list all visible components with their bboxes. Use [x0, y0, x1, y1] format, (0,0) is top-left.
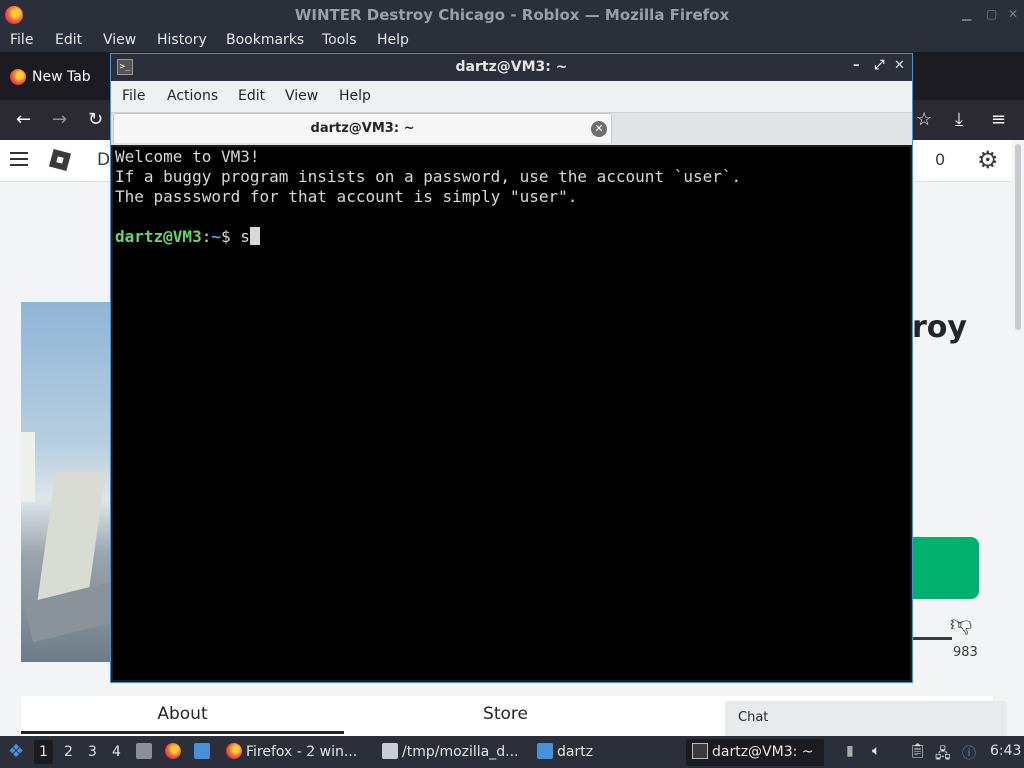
browser-tab-label: New Tab — [32, 69, 91, 85]
close-icon[interactable]: ✕ — [894, 58, 905, 73]
menu-bookmarks[interactable]: Bookmarks — [226, 32, 304, 48]
task-dartz-label: dartz — [557, 744, 594, 760]
close-icon[interactable]: ✕ — [1008, 7, 1018, 21]
prompt-symbol: $ — [220, 227, 241, 246]
task-terminal[interactable]: dartz@VM3: ~ — [686, 739, 824, 766]
network-icon[interactable]: 🖧 — [935, 743, 951, 767]
terminal-titlebar[interactable]: >_ dartz@VM3: ~ – ⤢ ✕ — [111, 54, 912, 81]
robux-count[interactable]: 0 — [935, 150, 945, 169]
desktop-launcher-icon[interactable] — [194, 743, 214, 760]
scrollbar-thumb[interactable] — [1015, 144, 1021, 330]
roblox-nav-item[interactable]: D — [97, 150, 110, 170]
vote-bar — [912, 637, 952, 640]
dislike-count: 983 — [953, 645, 978, 660]
workspace-3[interactable]: 3 — [88, 744, 97, 760]
task-dartz-folder[interactable]: dartz — [537, 743, 593, 760]
folder-icon — [382, 743, 398, 759]
terminal-menu-help[interactable]: Help — [339, 88, 371, 104]
hamburger-menu-icon[interactable] — [10, 152, 28, 166]
menu-edit[interactable]: Edit — [55, 32, 82, 48]
task-firefox-label: Firefox - 2 win... — [246, 744, 358, 760]
file-manager-launcher-icon[interactable] — [136, 743, 156, 760]
start-menu-icon[interactable]: ❖ — [8, 741, 24, 762]
close-tab-icon[interactable]: ✕ — [591, 121, 607, 137]
clock[interactable]: 6:43 — [990, 743, 1021, 759]
workspace-2[interactable]: 2 — [64, 744, 73, 760]
terminal-menu-view[interactable]: View — [285, 88, 318, 104]
settings-gear-icon[interactable]: ⚙ — [977, 148, 999, 172]
game-title: roy — [912, 310, 967, 345]
text-cursor — [249, 227, 260, 245]
firefox-window-title: WINTER Destroy Chicago - Roblox — Mozill… — [294, 6, 730, 24]
task-tmp-label: /tmp/mozilla_d... — [402, 744, 519, 760]
prompt-separator: : — [201, 227, 212, 246]
terminal-menubar: File Actions Edit View Help — [111, 81, 912, 113]
task-terminal-label: dartz@VM3: ~ — [712, 744, 814, 760]
play-button[interactable] — [912, 537, 979, 599]
menu-help[interactable]: Help — [377, 32, 409, 48]
maximize-icon[interactable]: ⤢ — [874, 58, 884, 73]
menu-file[interactable]: File — [10, 32, 33, 48]
terminal-menu-actions[interactable]: Actions — [167, 88, 218, 104]
chat-label: Chat — [738, 710, 769, 725]
roblox-logo-icon[interactable] — [48, 148, 72, 172]
maximize-icon[interactable]: ▢ — [986, 7, 997, 21]
prompt-line: dartz@VM3:~$ s — [115, 227, 908, 247]
minimize-icon[interactable]: – — [853, 58, 860, 73]
firefox-icon — [226, 743, 242, 759]
terminal-tab-label: dartz@VM3: ~ — [310, 121, 415, 136]
menu-tools[interactable]: Tools — [322, 32, 357, 48]
back-icon[interactable]: ← — [16, 109, 31, 130]
terminal-window-title: dartz@VM3: ~ — [455, 59, 568, 75]
app-menu-icon[interactable]: ≡ — [991, 109, 1006, 130]
minimize-icon[interactable]: ▁ — [962, 7, 971, 21]
task-tmp-folder[interactable]: /tmp/mozilla_d... — [382, 743, 518, 760]
terminal-output[interactable]: Welcome to VM3! If a buggy program insist… — [113, 147, 910, 680]
taskbar: ❖ 1 2 3 4 Firefox - 2 win... /tmp/mozill… — [0, 736, 1024, 768]
tab-about[interactable]: About — [21, 696, 344, 734]
battery-icon[interactable]: ▮ — [846, 743, 854, 759]
page-scrollbar[interactable] — [1012, 140, 1024, 736]
firefox-launcher-icon[interactable] — [165, 743, 185, 760]
browser-tab[interactable]: New Tab — [6, 60, 99, 94]
download-icon[interactable]: ⤓ — [955, 109, 963, 130]
reload-icon[interactable]: ↻ — [88, 109, 103, 130]
volume-icon[interactable]: 🔈︎ — [872, 743, 880, 759]
clipboard-icon[interactable]: 📋︎ — [909, 743, 927, 759]
notification-icon[interactable]: ⓘ — [962, 743, 976, 763]
menu-history[interactable]: History — [157, 32, 207, 48]
typed-input: s — [240, 227, 250, 246]
terminal-line: If a buggy program insists on a password… — [115, 167, 742, 186]
prompt-user: dartz@VM3 — [115, 227, 202, 246]
workspace-1[interactable]: 1 — [34, 740, 53, 764]
forward-icon[interactable]: → — [52, 109, 67, 130]
bookmark-star-icon[interactable]: ☆ — [916, 109, 932, 130]
terminal-tab[interactable]: dartz@VM3: ~ ✕ — [113, 113, 612, 143]
terminal-line: The passsword for that account is simply… — [115, 187, 578, 206]
menu-view[interactable]: View — [103, 32, 136, 48]
firefox-titlebar: WINTER Destroy Chicago - Roblox — Mozill… — [0, 0, 1024, 30]
tab-store[interactable]: Store — [344, 696, 667, 734]
terminal-line: Welcome to VM3! — [115, 147, 260, 166]
terminal-window: >_ dartz@VM3: ~ – ⤢ ✕ File Actions Edit … — [110, 53, 913, 683]
firefox-menubar: File Edit View History Bookmarks Tools H… — [0, 30, 1024, 52]
thumbs-down-icon[interactable]: 👎︎ — [950, 610, 972, 637]
terminal-tabbar: dartz@VM3: ~ ✕ — [111, 113, 912, 145]
workspace-4[interactable]: 4 — [112, 744, 121, 760]
prompt-path: ~ — [211, 227, 221, 246]
terminal-icon — [692, 743, 708, 759]
task-firefox[interactable]: Firefox - 2 win... — [226, 743, 357, 760]
folder-icon — [537, 743, 553, 759]
terminal-menu-file[interactable]: File — [122, 88, 145, 104]
terminal-menu-edit[interactable]: Edit — [238, 88, 265, 104]
game-thumbnail — [21, 302, 117, 662]
firefox-tab-icon — [10, 69, 26, 85]
chat-bar[interactable]: Chat — [725, 701, 1007, 736]
